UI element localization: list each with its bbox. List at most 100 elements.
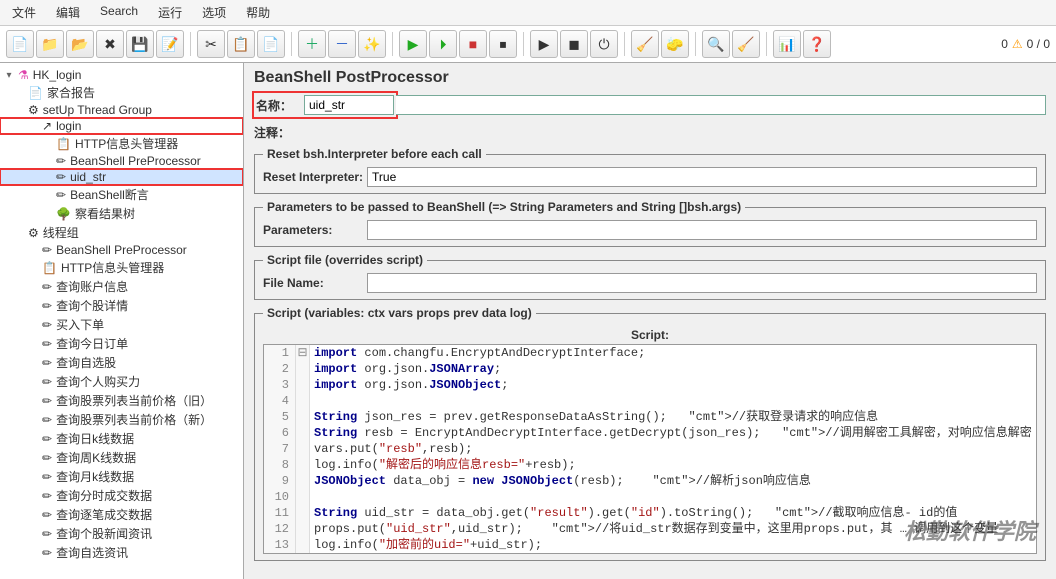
code-line[interactable]: 5String json_res = prev.getResponseDataA… — [264, 409, 1036, 425]
function-helper-icon[interactable]: 📊 — [773, 30, 801, 58]
code-line[interactable]: 1⊟import com.changfu.EncryptAndDecryptIn… — [264, 345, 1036, 361]
tree-item[interactable]: ✏BeanShell PreProcessor — [0, 153, 243, 169]
tree-item[interactable]: ✏查询个股新闻资讯 — [0, 524, 243, 543]
search-icon[interactable]: 🔍 — [702, 30, 730, 58]
tree-label: 查询今日订单 — [56, 335, 128, 352]
fieldset-reset: Reset bsh.Interpreter before each call R… — [254, 147, 1046, 194]
code-line[interactable]: 11String uid_str = data_obj.get("result"… — [264, 505, 1036, 521]
tree-item[interactable]: ✏ 查询个人购买力 — [0, 372, 243, 391]
tree-item[interactable]: ✏uid_str — [0, 169, 243, 185]
tree-label: 查询个股新闻资讯 — [56, 525, 152, 542]
code-line[interactable]: 8log.info("解密后的响应信息resb="+resb); — [264, 457, 1036, 473]
remote-shutdown-icon[interactable]: ⏻ — [590, 30, 618, 58]
tree-label: setUp Thread Group — [43, 103, 152, 117]
menu-options[interactable]: 选项 — [198, 2, 230, 23]
tree-root[interactable]: ▾⚗HK_login — [0, 67, 243, 83]
file-input[interactable] — [367, 273, 1037, 293]
script-editor[interactable]: 1⊟import com.changfu.EncryptAndDecryptIn… — [263, 344, 1037, 554]
tree-label: 查询月k线数据 — [56, 468, 134, 485]
paste-icon[interactable]: 📄 — [257, 30, 285, 58]
code-line[interactable]: 12props.put("uid_str",uid_str); "cmt">//… — [264, 521, 1036, 537]
tree-item[interactable]: ✏ 查询自选股 — [0, 353, 243, 372]
tree-item[interactable]: ✏查询逐笔成交数据 — [0, 505, 243, 524]
tree-item[interactable]: ✏查询自选资讯 — [0, 543, 243, 562]
tree-item[interactable]: ✏BeanShell PreProcessor — [0, 242, 243, 258]
tree-item[interactable]: 📄家合报告 — [0, 83, 243, 102]
tree-item[interactable]: ✏查询股票列表当前价格（旧） — [0, 391, 243, 410]
reset-input[interactable] — [367, 167, 1037, 187]
comment-input[interactable] — [302, 123, 1046, 141]
tree-item[interactable]: ✏查询账户信息 — [0, 277, 243, 296]
wand-icon[interactable]: ✨ — [358, 30, 386, 58]
close-icon[interactable]: ✖ — [96, 30, 124, 58]
new-icon[interactable]: 📄 — [6, 30, 34, 58]
cut-icon[interactable]: ✂ — [197, 30, 225, 58]
remote-start-icon[interactable]: ▶ — [530, 30, 558, 58]
tree-item[interactable]: ✏查询今日订单 — [0, 334, 243, 353]
stop-icon[interactable]: ■ — [459, 30, 487, 58]
copy-icon[interactable]: 📋 — [227, 30, 255, 58]
tree-item[interactable]: ✏查询分时成交数据 — [0, 486, 243, 505]
tree-item[interactable]: ⚙ setUp Thread Group — [0, 102, 243, 118]
tree-label: uid_str — [70, 170, 106, 184]
tree-item[interactable]: ✏查询股票列表当前价格（新） — [0, 410, 243, 429]
tree-label: 查询日k线数据 — [56, 430, 134, 447]
tree-icon: ✏ — [42, 318, 52, 332]
tree-icon: ⚙ — [28, 103, 39, 117]
tree-item[interactable]: ✏查询日k线数据 — [0, 429, 243, 448]
tree-item[interactable]: 🌳察看结果树 — [0, 204, 243, 223]
code-line[interactable]: 6String resb = EncryptAndDecryptInterfac… — [264, 425, 1036, 441]
component-title: BeanShell PostProcessor — [254, 69, 1046, 87]
run-no-pause-icon[interactable]: ⏵ — [429, 30, 457, 58]
help-icon[interactable]: ❓ — [803, 30, 831, 58]
tree-label: 查询股票列表当前价格（旧） — [56, 392, 212, 409]
tree-item[interactable]: ↗login — [0, 118, 243, 134]
code-line[interactable]: 4 — [264, 393, 1036, 409]
tree-icon: ✏ — [42, 413, 52, 427]
tree-label: 买入下单 — [56, 316, 104, 333]
tree-icon: ✏ — [42, 356, 52, 370]
remove-icon[interactable]: － — [328, 30, 356, 58]
code-line[interactable]: 10 — [264, 489, 1036, 505]
menu-run[interactable]: 运行 — [154, 2, 186, 23]
tree-item[interactable]: ✏ 买入下单 — [0, 315, 243, 334]
tree-label: 查询个人购买力 — [56, 373, 140, 390]
name-label: 名称： — [256, 97, 304, 114]
tree-item[interactable]: ✏BeanShell断言 — [0, 185, 243, 204]
fieldset-params: Parameters to be passed to BeanShell (=>… — [254, 200, 1046, 247]
tree-item[interactable]: 📋HTTP信息头管理器 — [0, 258, 243, 277]
name-input-ext[interactable] — [396, 95, 1046, 115]
tree-item[interactable]: ✏查询周K线数据 — [0, 448, 243, 467]
clear-all-icon[interactable]: 🧽 — [661, 30, 689, 58]
test-plan-tree[interactable]: ▾⚗HK_login 📄家合报告⚙ setUp Thread Group↗logi… — [0, 63, 244, 579]
tree-label: 查询自选股 — [56, 354, 116, 371]
menu-search[interactable]: Search — [96, 2, 142, 23]
open-icon[interactable]: 📂 — [66, 30, 94, 58]
templates-icon[interactable]: 📁 — [36, 30, 64, 58]
tree-item[interactable]: ⚙线程组 — [0, 223, 243, 242]
menu-help[interactable]: 帮助 — [242, 2, 274, 23]
tree-label: login — [56, 119, 81, 133]
code-line[interactable]: 2import org.json.JSONArray; — [264, 361, 1036, 377]
tree-item[interactable]: ✏查询个股详情 — [0, 296, 243, 315]
remote-stop-icon[interactable]: ◼ — [560, 30, 588, 58]
save-icon[interactable]: 💾 — [126, 30, 154, 58]
save-as-icon[interactable]: 📝 — [156, 30, 184, 58]
shutdown-icon[interactable]: ⏹ — [489, 30, 517, 58]
code-line[interactable]: 3import org.json.JSONObject; — [264, 377, 1036, 393]
code-line[interactable]: 9JSONObject data_obj = new JSONObject(re… — [264, 473, 1036, 489]
code-line[interactable]: 13log.info("加密前的uid="+uid_str); — [264, 537, 1036, 553]
tree-item[interactable]: 📋HTTP信息头管理器 — [0, 134, 243, 153]
params-input[interactable] — [367, 220, 1037, 240]
code-line[interactable]: 7vars.put("resb",resb); — [264, 441, 1036, 457]
tree-icon: ✏ — [42, 375, 52, 389]
name-input[interactable] — [304, 95, 394, 115]
tree-item[interactable]: ✏查询月k线数据 — [0, 467, 243, 486]
menu-edit[interactable]: 编辑 — [52, 2, 84, 23]
clear-icon[interactable]: 🧹 — [631, 30, 659, 58]
menu-file[interactable]: 文件 — [8, 2, 40, 23]
run-icon[interactable]: ▶ — [399, 30, 427, 58]
reset-search-icon[interactable]: 🧹 — [732, 30, 760, 58]
add-icon[interactable]: ＋ — [298, 30, 326, 58]
tree-label: 查询自选资讯 — [56, 544, 128, 561]
